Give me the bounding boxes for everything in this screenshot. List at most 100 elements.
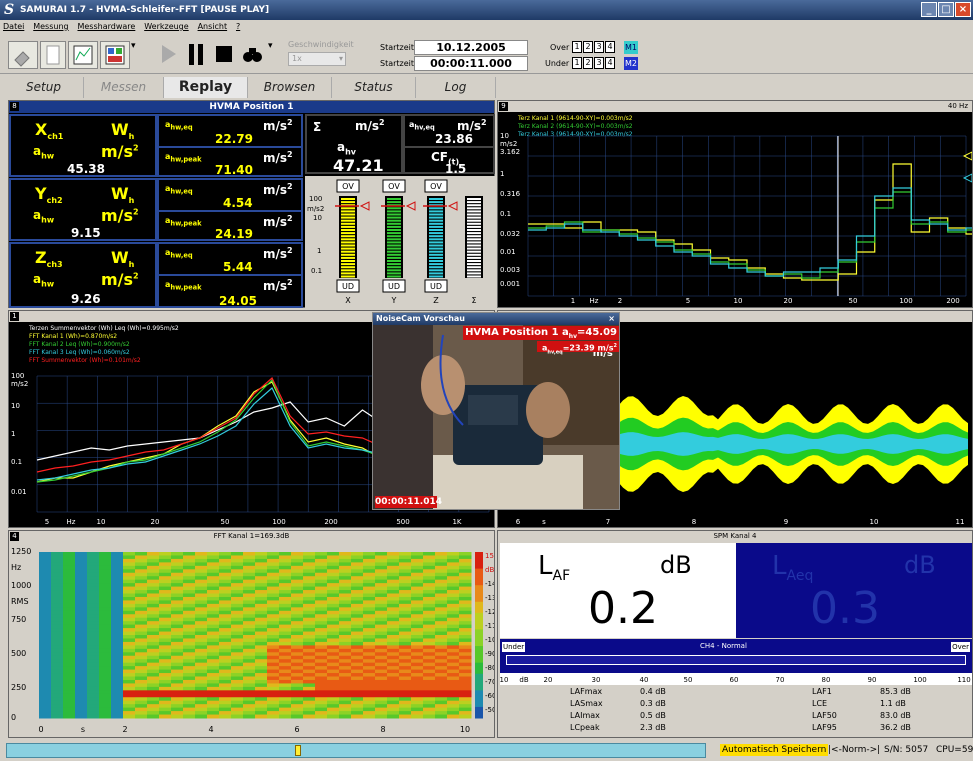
pause-button[interactable]	[184, 41, 210, 69]
play-button[interactable]	[156, 41, 182, 69]
bar-segment	[467, 204, 481, 207]
panel-number: 4	[10, 532, 19, 541]
close-button[interactable]: ×	[955, 2, 971, 17]
search-button[interactable]	[240, 41, 266, 69]
spectrogram-cell	[339, 669, 352, 674]
fft-y-tick: 1	[11, 430, 15, 438]
timeline-slider[interactable]	[6, 743, 706, 758]
spectrogram-cell	[183, 652, 196, 657]
noisecam-close-button[interactable]: ×	[608, 313, 615, 325]
spectrogram-cell	[279, 631, 292, 636]
spectrogram-cell	[123, 641, 136, 646]
timeline-handle[interactable]	[295, 745, 301, 756]
menu-werkzeuge[interactable]: Werkzeuge	[141, 20, 191, 31]
menu-messung[interactable]: Messung	[30, 20, 71, 31]
marker-m1-button[interactable]: M1	[624, 41, 638, 54]
speed-select[interactable]: 1x ▾	[288, 52, 346, 66]
tab-setup[interactable]: Setup	[4, 77, 84, 98]
stop-button[interactable]	[212, 41, 238, 69]
spectrogram-cell	[51, 686, 64, 691]
stat-laf95-label: LAF95	[812, 723, 837, 732]
spectrogram-cell	[135, 659, 148, 664]
spectrogram-cell	[327, 607, 340, 612]
tab-browsen[interactable]: Browsen	[248, 77, 332, 98]
terz-series-1	[528, 163, 972, 281]
under-4[interactable]: 4	[605, 57, 615, 69]
spectrogram-cell	[183, 638, 196, 643]
bar-meters: 100 m/s2 10 1 0.1 OV UD X OV UD Y OV UD Z Σ	[305, 176, 495, 308]
tab-status[interactable]: Status	[332, 77, 416, 98]
menu-messhardware[interactable]: Messhardware	[74, 20, 138, 31]
spectrogram-cell	[51, 652, 64, 657]
spectrogram-cell	[399, 683, 412, 688]
tab-log[interactable]: Log	[416, 77, 496, 98]
noisecam-ahveq-box: ahv,eq=23.39 m/s2	[537, 341, 619, 355]
spectrogram-cell	[195, 603, 208, 608]
menu-bar: Datei Messung Messhardware Werkzeuge Ans…	[0, 20, 973, 35]
over-3[interactable]: 3	[594, 41, 604, 53]
spectrogram-cell	[279, 683, 292, 688]
color-scale-label: -14	[485, 580, 494, 588]
chart-button[interactable]	[68, 41, 98, 69]
bar-tick-label: m/s2	[307, 205, 324, 213]
spectrogram-cell	[255, 579, 268, 584]
spectrogram-cell	[87, 562, 100, 567]
spectrogram-cell	[327, 635, 340, 639]
over-4[interactable]: 4	[605, 41, 615, 53]
spectrogram-cell	[63, 655, 76, 660]
spectrogram-cell	[183, 648, 196, 653]
spectrogram-cell	[303, 693, 316, 698]
spectrogram-cell	[447, 652, 460, 657]
under-3[interactable]: 3	[594, 57, 604, 69]
search-dropdown[interactable]: ▾	[268, 41, 278, 69]
menu-help[interactable]: ?	[233, 20, 243, 31]
spectrogram-cell	[435, 596, 448, 601]
under-1[interactable]: 1	[572, 57, 582, 69]
layout-dropdown[interactable]: ▾	[131, 41, 141, 69]
spectrogram-cell	[459, 607, 472, 612]
tab-replay[interactable]: Replay	[164, 77, 248, 98]
spectrogram-cell	[51, 631, 64, 636]
spectrogram-cell	[315, 655, 328, 660]
spectrogram-cell	[39, 683, 52, 688]
spectrogram-cell	[51, 679, 64, 684]
layout-button[interactable]	[100, 41, 130, 69]
new-button[interactable]	[40, 41, 66, 69]
spectrogram-cell	[195, 635, 208, 639]
spectrogram-cell	[63, 603, 76, 608]
chevron-down-icon: ▾	[338, 54, 343, 63]
connect-button[interactable]	[8, 41, 38, 69]
terz-chart: Terz Kanal 1 (9614-90-XY)=0.003m/s2Terz …	[500, 115, 972, 305]
spectrogram-cell	[183, 617, 196, 622]
tab-messen[interactable]: Messen	[84, 77, 164, 98]
spectrogram-cell	[231, 621, 244, 626]
over-2[interactable]: 2	[583, 41, 593, 53]
spectrogram-cell	[255, 590, 268, 594]
underload-label: UD	[430, 282, 442, 291]
under-2[interactable]: 2	[583, 57, 593, 69]
chart-icon	[73, 45, 93, 65]
spectrogram-cell	[171, 603, 184, 608]
spectrogram-cell	[255, 555, 268, 560]
spectrogram-cell	[411, 593, 424, 598]
spectrogram-cell	[411, 683, 424, 688]
spectrogram-cell	[195, 579, 208, 584]
fft-y-tick: 0.1	[11, 458, 22, 466]
level-scale-tick: 70	[776, 676, 785, 684]
spectrogram-cell	[291, 648, 304, 653]
spectrogram-cell	[267, 614, 280, 619]
stat-lce-value: 1.1 dB	[880, 699, 906, 708]
maximize-button[interactable]: □	[938, 2, 954, 17]
spectrogram-cell	[51, 596, 64, 601]
spectrogram-cell	[339, 659, 352, 664]
spectrogram-cell	[147, 669, 160, 674]
spectrogram-cell	[123, 697, 136, 702]
menu-datei[interactable]: Datei	[0, 20, 27, 31]
over-1[interactable]: 1	[572, 41, 582, 53]
spectrogram-cell	[231, 610, 244, 615]
marker-m2-button[interactable]: M2	[624, 57, 638, 70]
menu-ansicht[interactable]: Ansicht	[195, 20, 231, 31]
minimize-button[interactable]: _	[921, 2, 937, 17]
auto-save-indicator[interactable]: Automatisch Speichern	[720, 744, 829, 756]
spectrogram-cell	[363, 714, 376, 719]
